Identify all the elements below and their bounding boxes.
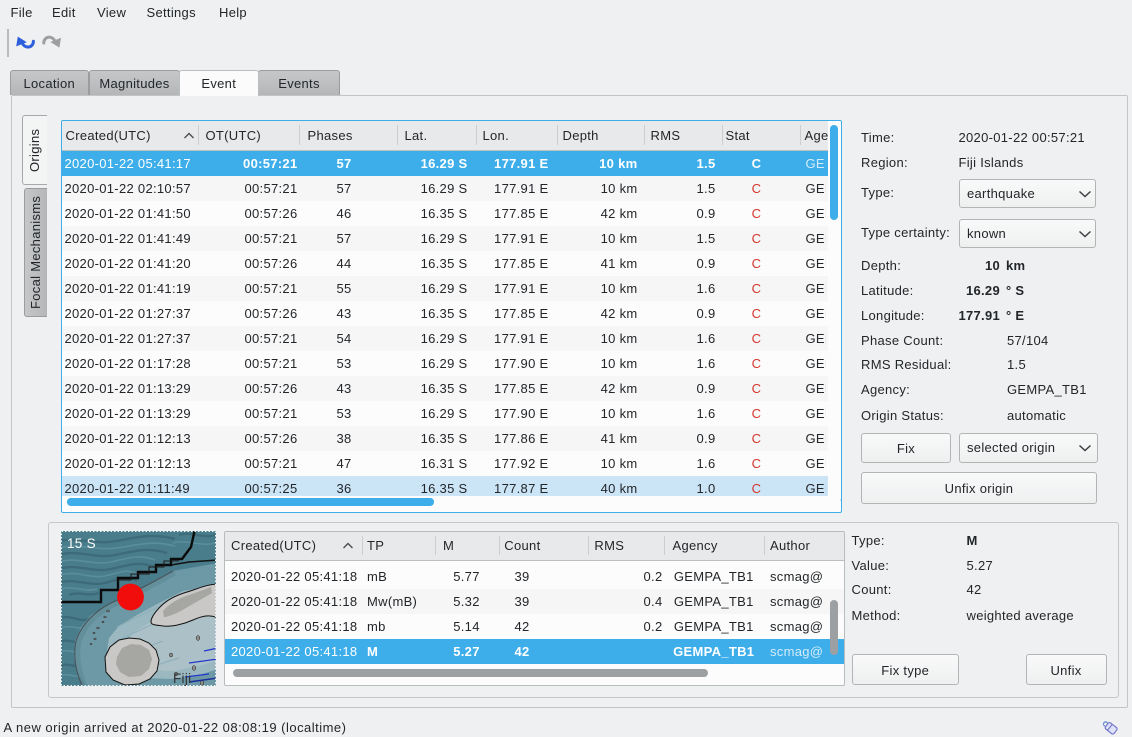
svg-text:Fiji: Fiji [173,671,191,686]
svg-text:15 S: 15 S [67,536,96,551]
